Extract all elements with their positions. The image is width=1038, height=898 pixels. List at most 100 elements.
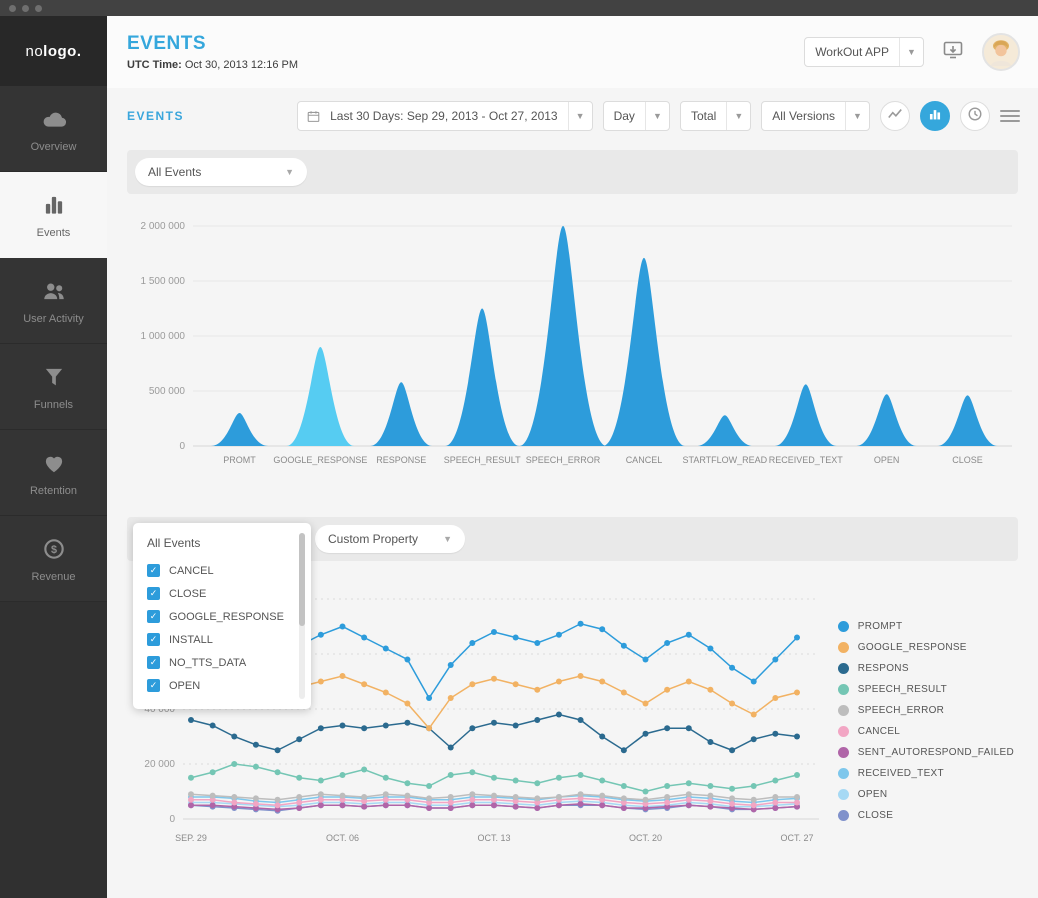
svg-text:OCT. 20: OCT. 20 [629, 833, 662, 843]
window-dot[interactable] [9, 5, 16, 12]
svg-text:500 000: 500 000 [149, 386, 186, 397]
sidebar-item-overview[interactable]: Overview [0, 86, 107, 172]
avatar[interactable] [982, 33, 1020, 71]
sidebar-item-label: Retention [30, 485, 77, 497]
export-icon [941, 38, 965, 67]
legend-item-sent-autorespond-failed[interactable]: SENT_AUTORESPOND_FAILED [838, 747, 1014, 758]
svg-text:$: $ [50, 543, 56, 555]
sidebar-item-funnels[interactable]: Funnels [0, 344, 107, 430]
sidebar-item-events[interactable]: Events [0, 172, 107, 258]
legend-item-respons[interactable]: RESPONS [838, 663, 1014, 674]
checkbox-checked-icon[interactable]: ✓ [147, 679, 160, 692]
events-filter-dropdown[interactable]: All Events ▼ [135, 158, 307, 186]
page-title: EVENTS [127, 33, 298, 55]
legend-item-cancel[interactable]: CANCEL [838, 726, 1014, 737]
legend-item-open[interactable]: OPEN [838, 789, 1014, 800]
sidebar-item-user-activity[interactable]: User Activity [0, 258, 107, 344]
checkbox-checked-icon[interactable]: ✓ [147, 587, 160, 600]
events-bar-chart-panel: 0500 0001 000 0001 500 0002 000 000PROMT… [127, 200, 1018, 505]
line-view-button[interactable] [880, 101, 910, 131]
logo-text-prefix: no [25, 43, 43, 60]
metric-value: Total [681, 109, 726, 123]
sidebar-item-revenue[interactable]: $ Revenue [0, 516, 107, 602]
event-option-google-response[interactable]: ✓ GOOGLE_RESPONSE [133, 605, 311, 628]
custom-property-dropdown[interactable]: Custom Property ▼ [315, 525, 465, 553]
sidebar-item-label: Overview [31, 141, 77, 153]
legend-item-prompt[interactable]: PROMPT [838, 621, 1014, 632]
legend-label: OPEN [858, 789, 888, 800]
date-range-selector[interactable]: Last 30 Days: Sep 29, 2013 - Oct 27, 201… [297, 101, 592, 131]
users-icon [40, 277, 68, 305]
utc-time-value: Oct 30, 2013 12:16 PM [185, 59, 298, 71]
legend-dot [838, 726, 849, 737]
event-option-label: NO_TTS_DATA [169, 657, 246, 669]
legend-label: SPEECH_RESULT [858, 684, 947, 695]
bar-view-button[interactable] [920, 101, 950, 131]
sidebar-item-label: Events [37, 227, 71, 239]
events-filter-value: All Events [148, 165, 201, 179]
window-dot[interactable] [22, 5, 29, 12]
event-option-label: INSTALL [169, 634, 213, 646]
custom-property-value: Custom Property [328, 532, 418, 546]
event-option-close[interactable]: ✓ CLOSE [133, 582, 311, 605]
legend-label: SENT_AUTORESPOND_FAILED [858, 747, 1014, 758]
svg-text:RESPONSE: RESPONSE [376, 455, 426, 465]
chevron-down-icon: ▼ [845, 102, 869, 130]
svg-text:0: 0 [169, 814, 175, 825]
event-option-cancel[interactable]: ✓ CANCEL [133, 559, 311, 582]
legend-item-google-response[interactable]: GOOGLE_RESPONSE [838, 642, 1014, 653]
legend-item-speech-error[interactable]: SPEECH_ERROR [838, 705, 1014, 716]
event-option-label: GOOGLE_RESPONSE [169, 611, 284, 623]
event-option-no-tts-data[interactable]: ✓ NO_TTS_DATA [133, 651, 311, 674]
svg-text:CLOSE: CLOSE [952, 455, 983, 465]
menu-button[interactable] [1000, 106, 1020, 126]
svg-text:RECEIVED_TEXT: RECEIVED_TEXT [769, 455, 844, 465]
checkbox-checked-icon[interactable]: ✓ [147, 564, 160, 577]
sidebar-nav: Overview Events User Activity Funnels [0, 86, 107, 602]
section-label: EVENTS [127, 109, 184, 123]
legend-label: CLOSE [858, 810, 893, 821]
utc-time-label: UTC Time: [127, 59, 182, 71]
metric-selector[interactable]: Total ▼ [680, 101, 751, 131]
granularity-selector[interactable]: Day ▼ [603, 101, 670, 131]
app-selector[interactable]: WorkOut APP ▼ [804, 37, 924, 67]
logo[interactable]: nologo. [0, 16, 107, 86]
window-titlebar [0, 0, 1038, 16]
line-chart-icon [887, 106, 903, 127]
granularity-value: Day [604, 109, 645, 123]
svg-text:STARTFLOW_READ: STARTFLOW_READ [683, 455, 768, 465]
panel-scrollbar[interactable] [299, 533, 305, 699]
svg-text:SEP. 29: SEP. 29 [175, 833, 207, 843]
segmentation-filter-bar: Custom Property ▼ All Events ✓ CANCEL ✓ … [127, 517, 1018, 561]
event-option-label: CANCEL [169, 565, 214, 577]
main-content: EVENTS UTC Time: Oct 30, 2013 12:16 PM W… [107, 16, 1038, 898]
window-dot[interactable] [35, 5, 42, 12]
export-button[interactable] [938, 39, 968, 65]
legend-dot [838, 642, 849, 653]
legend-label: SPEECH_ERROR [858, 705, 944, 716]
logo-text-suffix: logo. [43, 43, 81, 60]
dollar-icon: $ [40, 535, 68, 563]
event-option-label: OPEN [169, 680, 200, 692]
panel-scrollbar-thumb[interactable] [299, 533, 305, 626]
legend-item-close[interactable]: CLOSE [838, 810, 1014, 821]
legend-item-speech-result[interactable]: SPEECH_RESULT [838, 684, 1014, 695]
bar-chart-icon [928, 107, 942, 126]
checkbox-checked-icon[interactable]: ✓ [147, 656, 160, 669]
legend-dot [838, 747, 849, 758]
legend-dot [838, 663, 849, 674]
calendar-icon [298, 110, 320, 123]
svg-text:CANCEL: CANCEL [626, 455, 663, 465]
chevron-down-icon: ▼ [443, 534, 452, 544]
event-option-install[interactable]: ✓ INSTALL [133, 628, 311, 651]
svg-text:OCT. 06: OCT. 06 [326, 833, 359, 843]
history-view-button[interactable] [960, 101, 990, 131]
legend-item-received-text[interactable]: RECEIVED_TEXT [838, 768, 1014, 779]
legend-dot [838, 810, 849, 821]
versions-selector[interactable]: All Versions ▼ [761, 101, 870, 131]
checkbox-checked-icon[interactable]: ✓ [147, 633, 160, 646]
sidebar-item-retention[interactable]: Retention [0, 430, 107, 516]
legend-label: RECEIVED_TEXT [858, 768, 944, 779]
checkbox-checked-icon[interactable]: ✓ [147, 610, 160, 623]
event-option-open[interactable]: ✓ OPEN [133, 674, 311, 697]
